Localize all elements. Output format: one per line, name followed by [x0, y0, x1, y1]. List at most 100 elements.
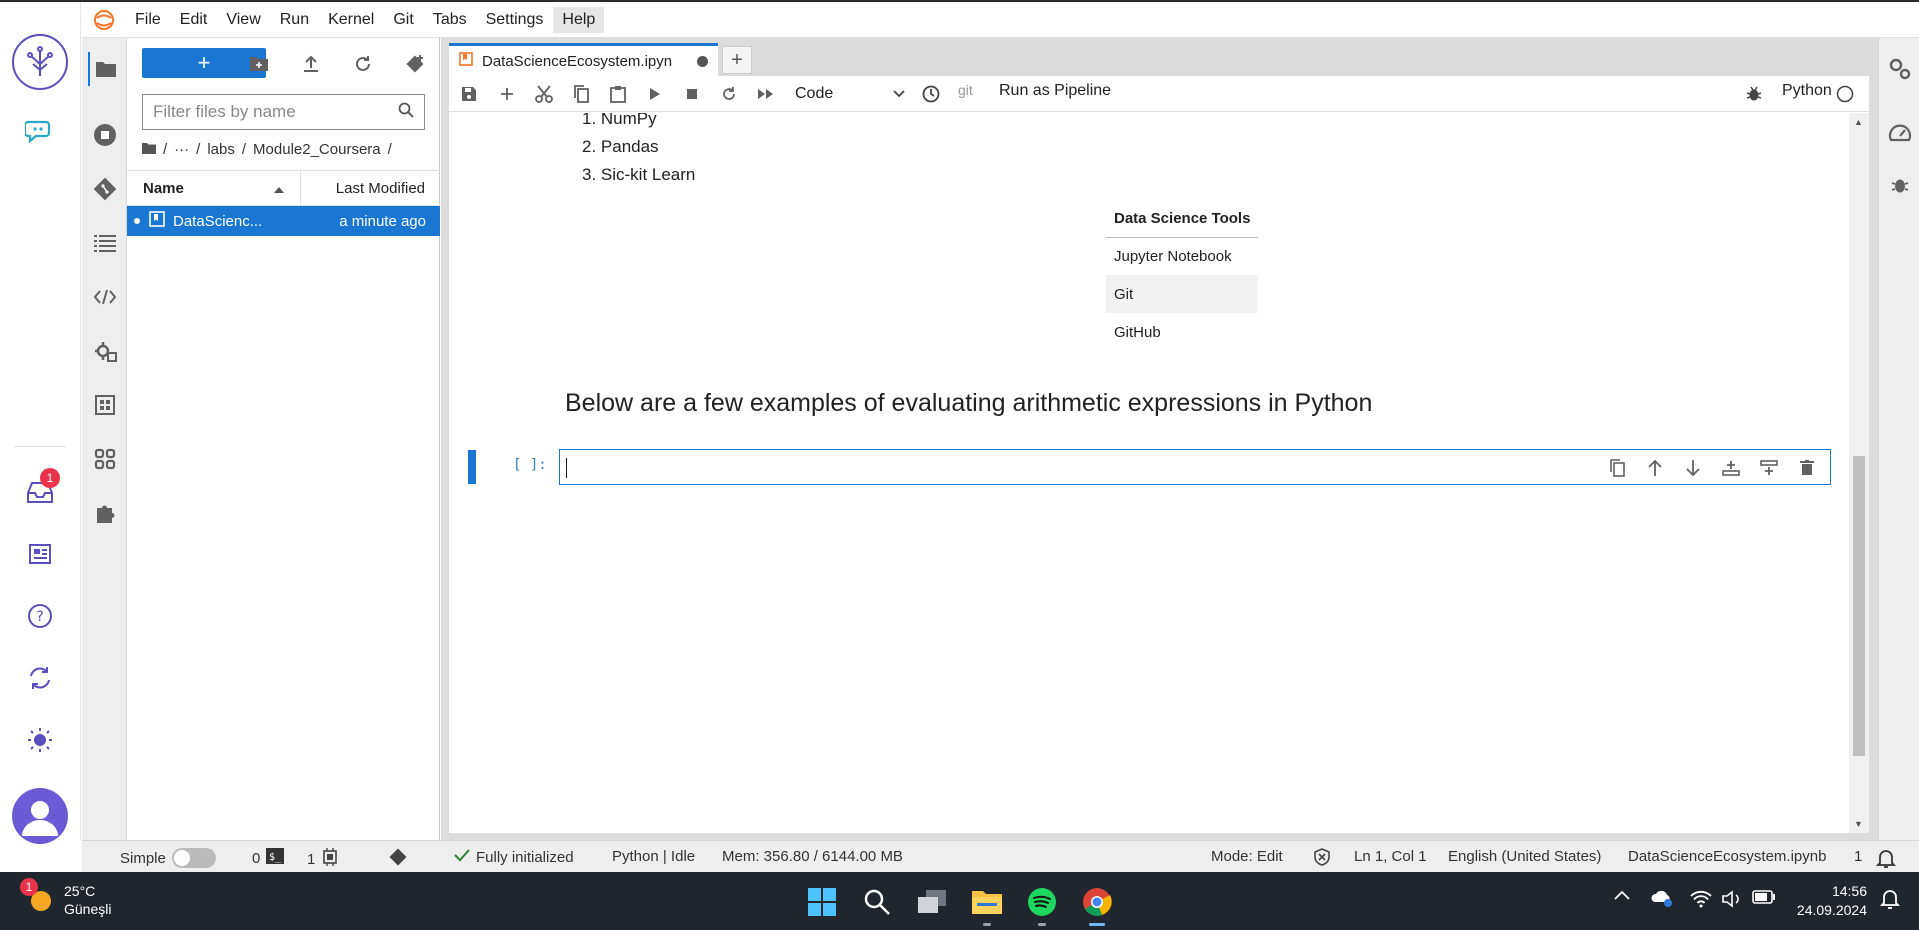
trusted-notebook-icon[interactable] [1313, 848, 1331, 866]
kernel-name[interactable]: Python [1782, 82, 1832, 100]
simple-mode-switch[interactable] [171, 848, 216, 868]
breadcrumb-module2-coursera[interactable]: Module2_Coursera [253, 141, 381, 158]
cell-type-select[interactable]: Code [795, 80, 905, 108]
git-status-icon[interactable] [389, 848, 407, 866]
breadcrumb-root[interactable]: / [163, 141, 167, 158]
chrome-app[interactable] [1079, 884, 1115, 926]
display-language[interactable]: English (United States) [1448, 848, 1601, 865]
breadcrumb-ellipsis[interactable]: ··· [174, 141, 189, 158]
runtime-settings-icon[interactable] [88, 334, 122, 368]
filter-files-input[interactable] [153, 102, 398, 122]
notebook-scrollbar[interactable]: ▲ ▼ [1849, 113, 1869, 833]
menu-settings[interactable]: Settings [477, 7, 553, 33]
inbox-icon[interactable]: 1 [22, 468, 60, 510]
scroll-up-icon[interactable]: ▲ [1854, 117, 1863, 127]
debugger-panel-icon[interactable] [1883, 168, 1917, 202]
kernels-count[interactable]: 1 [307, 848, 339, 870]
git-label[interactable]: git [958, 82, 973, 98]
theme-sun-icon[interactable] [22, 722, 58, 758]
unsaved-changes-icon[interactable] [697, 55, 708, 67]
code-snippets-icon[interactable] [88, 280, 122, 314]
lsp-status[interactable]: Fully initialized [454, 848, 574, 866]
extensions-icon[interactable] [88, 496, 122, 530]
new-folder-icon[interactable] [245, 50, 273, 78]
breadcrumb-home-icon[interactable] [142, 141, 156, 158]
news-icon[interactable] [22, 536, 58, 572]
table-of-contents-icon[interactable] [88, 226, 122, 260]
notification-count[interactable]: 1 [1854, 848, 1862, 865]
insert-above-icon[interactable] [1716, 454, 1746, 482]
git-clone-icon[interactable] [401, 50, 429, 78]
copy-icon[interactable] [567, 80, 595, 108]
notebook-toolbar: Code git Run as Pipeline Python [449, 76, 1869, 112]
refresh-icon[interactable] [349, 50, 377, 78]
onedrive-icon[interactable] [1650, 888, 1674, 908]
restart-kernel-icon[interactable] [715, 80, 743, 108]
menu-file[interactable]: File [126, 7, 170, 33]
terminals-count-value: 0 [252, 849, 261, 867]
last-modified-column-header[interactable]: Last Modified [301, 180, 440, 197]
insert-below-icon[interactable] [1754, 454, 1784, 482]
upload-icon[interactable] [297, 50, 325, 78]
wifi-icon[interactable] [1690, 890, 1712, 908]
system-clock[interactable]: 14:56 24.09.2024 [1797, 882, 1867, 920]
menu-run[interactable]: Run [271, 7, 318, 33]
file-list-item[interactable]: DataScienc... a minute ago [127, 206, 440, 236]
file-browser-icon[interactable] [88, 52, 122, 86]
user-avatar[interactable] [12, 788, 68, 844]
clock-icon[interactable] [917, 80, 945, 108]
code-cell-editor[interactable] [559, 449, 1831, 485]
run-as-pipeline-button[interactable]: Run as Pipeline [999, 82, 1111, 100]
run-cell-icon[interactable] [641, 80, 669, 108]
sync-icon[interactable] [22, 660, 58, 696]
menu-tabs[interactable]: Tabs [424, 7, 476, 33]
weather-widget[interactable]: 1 25°C Güneşli [20, 878, 111, 918]
help-icon[interactable]: ? [22, 598, 58, 634]
running-sessions-icon[interactable] [88, 118, 122, 152]
scrollbar-thumb[interactable] [1853, 456, 1865, 756]
task-view-button[interactable] [914, 884, 950, 920]
property-inspector-icon[interactable] [1883, 52, 1917, 86]
menu-edit[interactable]: Edit [171, 7, 217, 33]
interrupt-kernel-icon[interactable] [678, 80, 706, 108]
new-tab-button[interactable]: + [722, 46, 752, 74]
breadcrumb-labs[interactable]: labs [207, 141, 235, 158]
name-column-header[interactable]: Name [127, 171, 301, 205]
file-explorer-app[interactable] [969, 884, 1005, 926]
duplicate-cell-icon[interactable] [1602, 454, 1632, 482]
battery-icon[interactable] [1752, 890, 1776, 904]
save-icon[interactable] [455, 80, 483, 108]
start-button[interactable] [804, 884, 840, 920]
move-up-icon[interactable] [1640, 454, 1670, 482]
menu-view[interactable]: View [217, 7, 269, 33]
volume-icon[interactable] [1722, 890, 1744, 908]
git-icon[interactable] [88, 172, 122, 206]
restart-run-all-icon[interactable] [752, 80, 780, 108]
active-cell-indicator[interactable] [468, 450, 476, 484]
kernel-status-text[interactable]: Python | Idle [612, 848, 695, 865]
simple-mode-toggle[interactable]: Simple [120, 848, 216, 868]
insert-cell-icon[interactable] [493, 80, 521, 108]
platform-logo-icon[interactable] [12, 34, 68, 90]
tray-overflow-icon[interactable] [1614, 890, 1630, 900]
cut-icon[interactable] [530, 80, 558, 108]
paste-icon[interactable] [604, 80, 632, 108]
scroll-down-icon[interactable]: ▼ [1854, 819, 1863, 829]
move-down-icon[interactable] [1678, 454, 1708, 482]
spotify-app[interactable] [1024, 884, 1060, 926]
notification-center-icon[interactable] [1880, 888, 1900, 910]
taskbar-search-button[interactable] [859, 884, 895, 920]
menu-help[interactable]: Help [553, 6, 605, 33]
chat-assistant-icon[interactable] [22, 112, 58, 148]
tab-datascienceecosystem[interactable]: DataScienceEcosystem.ipyn [449, 43, 718, 76]
delete-cell-icon[interactable] [1792, 454, 1822, 482]
component-catalog-icon[interactable] [88, 388, 122, 422]
terminals-count[interactable]: 0 $_ [252, 848, 285, 868]
menu-git[interactable]: Git [384, 7, 422, 33]
pipeline-components-icon[interactable] [88, 442, 122, 476]
resource-usage-icon[interactable] [1883, 116, 1917, 150]
notifications-bell-icon[interactable] [1876, 848, 1896, 868]
menu-kernel[interactable]: Kernel [319, 7, 383, 33]
cursor-position[interactable]: Ln 1, Col 1 [1354, 848, 1427, 865]
debugger-icon[interactable] [1740, 80, 1768, 108]
